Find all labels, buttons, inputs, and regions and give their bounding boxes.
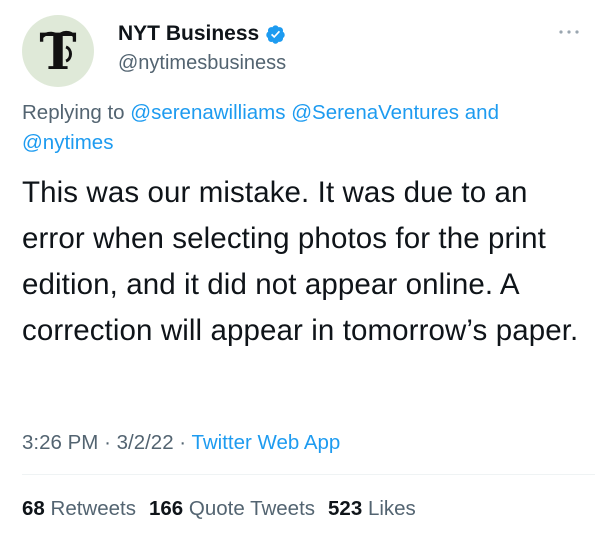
- meta-separator: ·: [179, 431, 187, 454]
- mention-serenawilliams[interactable]: @serenawilliams: [130, 101, 285, 124]
- divider: [22, 474, 595, 475]
- tweet-time[interactable]: 3:26 PM: [22, 431, 98, 454]
- mention-nytimes[interactable]: @nytimes: [22, 131, 113, 154]
- quote-tweets-label: Quote Tweets: [188, 497, 316, 520]
- replying-prefix: Replying to: [22, 101, 125, 124]
- tweet-source[interactable]: Twitter Web App: [191, 431, 340, 454]
- retweets-stat[interactable]: 68 Retweets: [22, 496, 136, 522]
- likes-stat[interactable]: 523 Likes: [328, 496, 416, 522]
- author-name-row[interactable]: NYT Business: [118, 22, 286, 46]
- retweets-count: 68: [22, 497, 45, 520]
- tweet-card: T NYT Business @nytimesbusiness Replying…: [0, 0, 595, 538]
- quote-tweets-count: 166: [148, 497, 184, 520]
- tweet-date[interactable]: 3/2/22: [117, 431, 174, 454]
- mention-serenaventures[interactable]: @SerenaVentures: [291, 101, 459, 124]
- avatar[interactable]: T: [22, 15, 94, 87]
- more-options-icon[interactable]: [557, 26, 581, 38]
- verified-badge-icon: [266, 24, 285, 44]
- author-handle[interactable]: @nytimesbusiness: [118, 51, 286, 75]
- meta-separator: ·: [104, 431, 111, 454]
- quote-tweets-stat[interactable]: 166 Quote Tweets: [149, 496, 315, 522]
- replying-to: Replying to @serenawilliams @SerenaVentu…: [22, 98, 577, 158]
- display-name[interactable]: NYT Business: [118, 22, 259, 46]
- mention-and[interactable]: and: [465, 101, 499, 124]
- tweet-meta: 3:26 PM · 3/2/22 · Twitter Web App: [22, 430, 340, 456]
- retweets-label: Retweets: [50, 497, 136, 520]
- likes-count: 523: [328, 497, 363, 520]
- nyt-logo-icon: T: [39, 22, 76, 81]
- tweet-text: This was our mistake. It was due to an e…: [22, 176, 579, 347]
- likes-label: Likes: [367, 497, 416, 520]
- tweet-stats: 68 Retweets 166 Quote Tweets 523 Likes: [22, 496, 416, 522]
